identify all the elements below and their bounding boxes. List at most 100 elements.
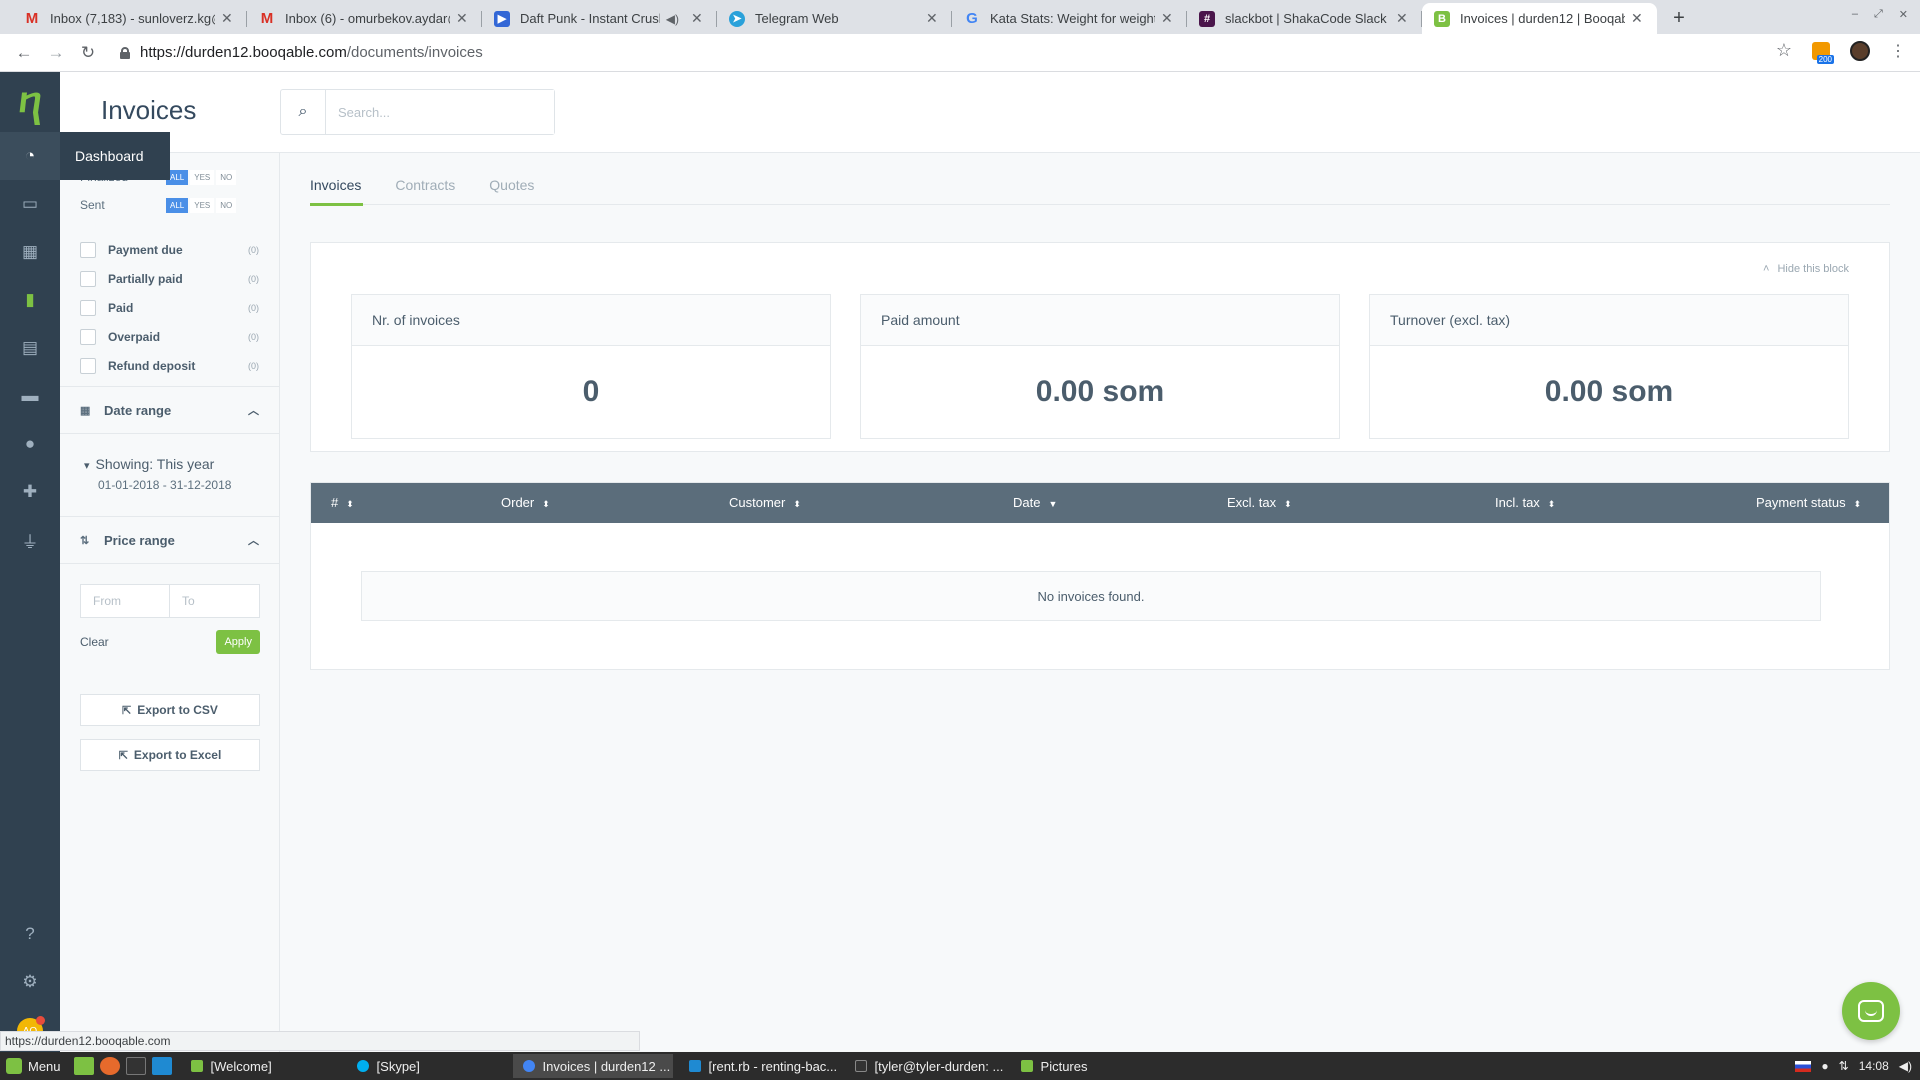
- finalized-yes[interactable]: YES: [190, 169, 215, 185]
- keyboard-layout-flag-icon[interactable]: [1795, 1060, 1812, 1072]
- lock-icon[interactable]: [120, 46, 130, 59]
- column-order[interactable]: Order ⬍: [501, 495, 550, 510]
- column-payment-status[interactable]: Payment status ⬍: [1756, 495, 1861, 510]
- close-tab-icon[interactable]: ✕: [1631, 10, 1645, 27]
- checkbox[interactable]: [80, 241, 96, 258]
- column-incl-tax[interactable]: Incl. tax ⬍: [1495, 495, 1555, 510]
- firefox-icon[interactable]: [99, 1057, 120, 1075]
- finalized-no[interactable]: NO: [216, 169, 237, 185]
- column-date[interactable]: Date ▼: [1013, 495, 1057, 510]
- speaker-icon[interactable]: ◀): [666, 12, 679, 26]
- os-taskbar: Menu [Welcome] [Skype] Invoices | durden…: [0, 1052, 1920, 1080]
- browser-tab-active[interactable]: B Invoices | durden12 | Booqable ✕: [1422, 3, 1657, 34]
- settings-icon[interactable]: ⚙: [0, 958, 60, 1006]
- browser-tab[interactable]: M Inbox (7,183) - sunloverz.kg@g ✕: [12, 3, 247, 34]
- browser-tab[interactable]: # slackbot | ShakaCode Slack ✕: [1187, 3, 1422, 34]
- menu-dots-icon[interactable]: ⋮: [1890, 41, 1906, 61]
- hide-block-link[interactable]: Hide this block: [1763, 263, 1849, 275]
- new-tab-button[interactable]: +: [1665, 3, 1693, 34]
- url-field[interactable]: https://durden12.booqable.com/documents/…: [140, 44, 483, 61]
- close-tab-icon[interactable]: ✕: [691, 10, 705, 27]
- reports-icon[interactable]: ▤: [0, 324, 60, 372]
- taskbar-task[interactable]: [Skype]: [347, 1054, 507, 1078]
- slack-icon: #: [1199, 10, 1215, 27]
- terminal-icon[interactable]: [125, 1057, 146, 1075]
- price-to-input[interactable]: [170, 585, 259, 617]
- search-icon[interactable]: ⌕: [281, 90, 326, 134]
- close-tab-icon[interactable]: ✕: [1396, 10, 1410, 27]
- column-excl-tax[interactable]: Excl. tax ⬍: [1227, 495, 1292, 510]
- documents-icon[interactable]: ▮: [0, 276, 60, 324]
- tab-contracts[interactable]: Contracts: [395, 153, 455, 205]
- taskbar-task[interactable]: [rent.rb - renting-bac...: [679, 1054, 839, 1078]
- network-icon[interactable]: ⇅: [1839, 1059, 1849, 1073]
- price-from-input[interactable]: [81, 585, 170, 617]
- filter-overpaid[interactable]: Overpaid (0): [80, 322, 259, 351]
- date-range-showing[interactable]: Showing: This year: [84, 456, 259, 472]
- filter-paid[interactable]: Paid (0): [80, 293, 259, 322]
- booqable-logo[interactable]: ⴄ: [0, 72, 60, 132]
- icon-sidebar: ⴄ ◔ ▭ ▦ ▮ ▤ ▬ ● ✚ ⏚ ? ⚙ AO: [0, 72, 60, 1052]
- close-tab-icon[interactable]: ✕: [1161, 10, 1175, 27]
- show-desktop-icon[interactable]: [73, 1057, 94, 1075]
- reload-icon[interactable]: ↻: [74, 39, 102, 67]
- inbox-icon[interactable]: ▭: [0, 180, 60, 228]
- sent-yes[interactable]: YES: [190, 197, 215, 213]
- column-customer[interactable]: Customer ⬍: [729, 495, 801, 510]
- close-tab-icon[interactable]: ✕: [456, 10, 470, 27]
- column-number[interactable]: # ⬍: [331, 495, 354, 510]
- export-excel-button[interactable]: ⇱ Export to Excel: [80, 739, 260, 771]
- export-csv-button[interactable]: ⇱ Export to CSV: [80, 694, 260, 726]
- dashboard-icon[interactable]: ◔: [0, 132, 60, 180]
- profile-avatar[interactable]: [1850, 40, 1870, 61]
- checkbox[interactable]: [80, 270, 96, 287]
- plug-icon[interactable]: ⏚: [0, 516, 60, 564]
- addons-icon[interactable]: ✚: [0, 468, 60, 516]
- taskbar-task[interactable]: [Welcome]: [181, 1054, 341, 1078]
- customers-icon[interactable]: ●: [0, 420, 60, 468]
- checkbox[interactable]: [80, 328, 96, 345]
- filter-refund-deposit[interactable]: Refund deposit (0): [80, 351, 259, 380]
- clear-button[interactable]: Clear: [80, 635, 109, 649]
- start-menu-button[interactable]: Menu: [0, 1052, 71, 1080]
- volume-icon[interactable]: ◀): [1899, 1059, 1912, 1073]
- calendar-icon[interactable]: ▦: [0, 228, 60, 276]
- sent-no[interactable]: NO: [216, 197, 237, 213]
- search-input[interactable]: [326, 90, 554, 134]
- back-icon[interactable]: ←: [10, 39, 38, 67]
- window-controls: – ⤢ ✕: [1852, 8, 1908, 21]
- browser-tab[interactable]: G Kata Stats: Weight for weight | ✕: [952, 3, 1187, 34]
- browser-tab[interactable]: ➤ Telegram Web ✕: [717, 3, 952, 34]
- chat-launcher-button[interactable]: [1842, 982, 1900, 1040]
- price-range-header[interactable]: ⇅ Price range ︿: [60, 516, 279, 564]
- checkbox[interactable]: [80, 357, 96, 374]
- date-range-header[interactable]: ▦ Date range ︿: [60, 386, 279, 434]
- sent-all[interactable]: ALL: [166, 197, 189, 213]
- forward-icon[interactable]: →: [42, 39, 70, 67]
- address-bar: ← → ↻ https://durden12.booqable.com/docu…: [0, 34, 1920, 72]
- browser-tab[interactable]: M Inbox (6) - omurbekov.aydar@ ✕: [247, 3, 482, 34]
- close-tab-icon[interactable]: ✕: [221, 10, 235, 27]
- clock[interactable]: 14:08: [1859, 1059, 1889, 1073]
- taskbar-task[interactable]: Pictures: [1011, 1054, 1171, 1078]
- rss-extension-icon[interactable]: 200: [1812, 41, 1834, 64]
- checkbox[interactable]: [80, 299, 96, 316]
- apply-button[interactable]: Apply: [216, 630, 260, 654]
- minimize-icon[interactable]: –: [1852, 8, 1858, 21]
- help-icon[interactable]: ?: [0, 910, 60, 958]
- browser-tab[interactable]: ▶ Daft Punk - Instant Crush ◀) ✕: [482, 3, 717, 34]
- vscode-icon[interactable]: [151, 1057, 172, 1075]
- star-icon[interactable]: ☆: [1776, 40, 1792, 61]
- user-icon[interactable]: ●: [1821, 1059, 1828, 1073]
- close-window-icon[interactable]: ✕: [1899, 8, 1908, 21]
- close-tab-icon[interactable]: ✕: [926, 10, 940, 27]
- maximize-icon[interactable]: ⤢: [1874, 8, 1883, 21]
- sort-icon: ⬍: [542, 499, 550, 509]
- taskbar-task-active[interactable]: Invoices | durden12 ...: [512, 1054, 673, 1078]
- taskbar-task[interactable]: [tyler@tyler-durden: ...: [845, 1054, 1005, 1078]
- filter-partially-paid[interactable]: Partially paid (0): [80, 264, 259, 293]
- tab-quotes[interactable]: Quotes: [489, 153, 534, 205]
- inventory-icon[interactable]: ▬: [0, 372, 60, 420]
- tab-invoices[interactable]: Invoices: [310, 153, 364, 206]
- filter-payment-due[interactable]: Payment due (0): [80, 235, 259, 264]
